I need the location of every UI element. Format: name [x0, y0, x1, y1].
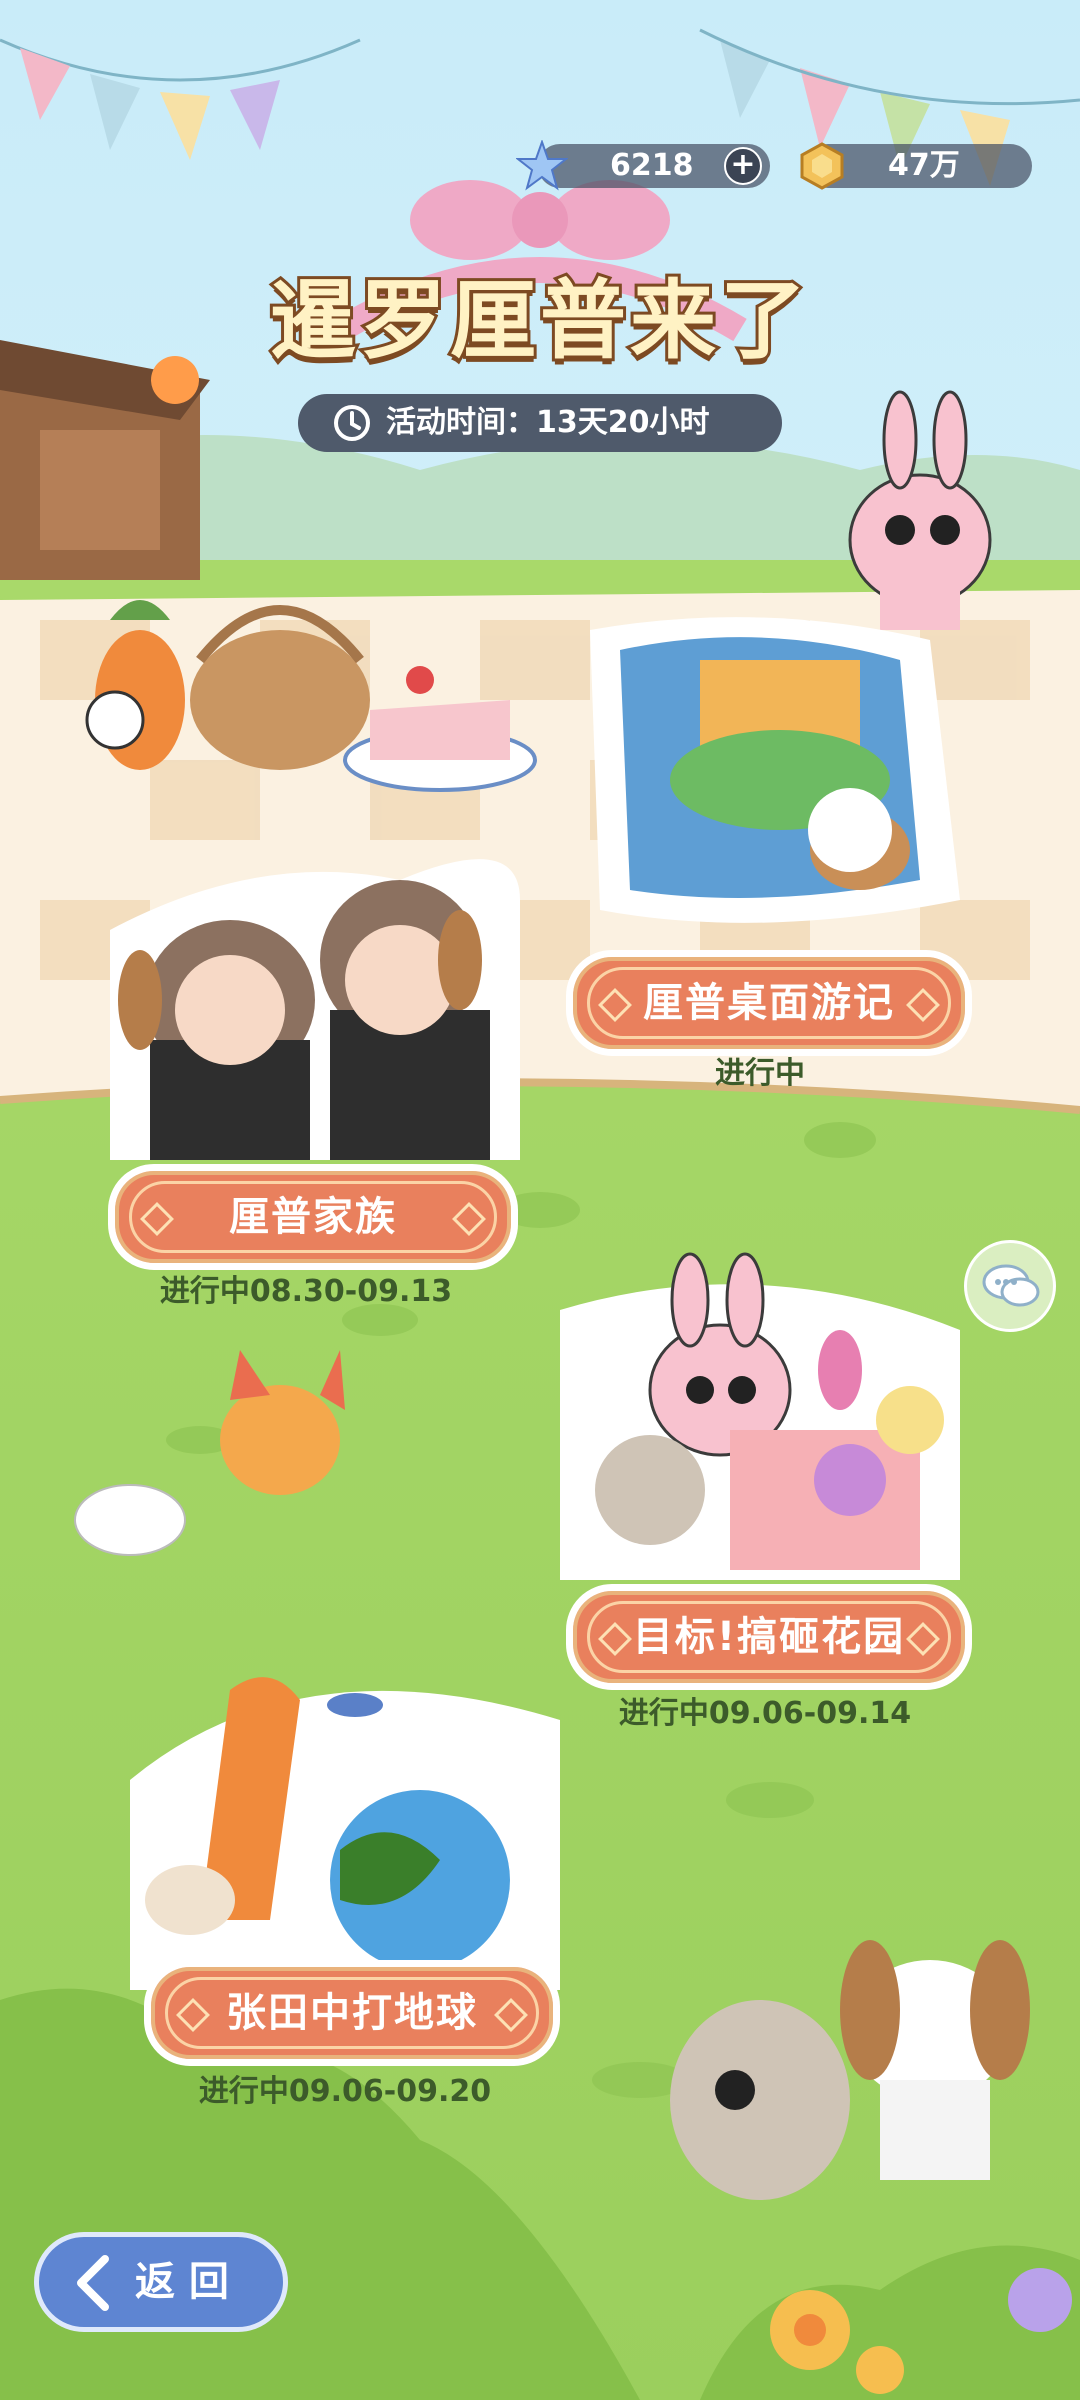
- chat-icon: [982, 1264, 1040, 1307]
- activity-banner-board-game[interactable]: 厘普桌面游记: [566, 950, 972, 1056]
- activity-status: 进行中09.06-09.14: [618, 1696, 912, 1731]
- activity-status: 进行中08.30-09.13: [159, 1274, 453, 1309]
- star-value: 6218: [610, 148, 694, 183]
- activity-status: 进行中09.06-09.20: [198, 2074, 492, 2109]
- activity-title: 目标!搞砸花园: [632, 1614, 906, 1660]
- activity-status: 进行中: [715, 1056, 805, 1091]
- back-label: 返 回: [135, 2259, 229, 2305]
- coin-value: 47万: [888, 148, 960, 183]
- coin-icon: [800, 142, 844, 190]
- plus-icon[interactable]: +: [724, 147, 762, 185]
- star-currency-bar: 6218 +: [516, 140, 770, 191]
- back-button[interactable]: 返 回: [34, 2232, 288, 2332]
- activity-title: 张田中打地球: [226, 1990, 478, 2036]
- activity-title: 厘普家族: [229, 1194, 397, 1240]
- activity-banner-garden[interactable]: 目标!搞砸花园: [566, 1584, 972, 1690]
- event-title: 暹罗厘普来了: [267, 268, 810, 374]
- timer-label: 活动时间：13天20小时: [386, 405, 710, 440]
- coin-currency-bar: 47万: [800, 142, 1032, 190]
- activity-title: 厘普桌面游记: [643, 980, 895, 1026]
- back-arrow-icon: [77, 2255, 109, 2311]
- event-timer: 活动时间：13天20小时: [298, 394, 782, 452]
- activity-banner-earth[interactable]: 张田中打地球: [144, 1960, 560, 2066]
- chat-button[interactable]: [964, 1240, 1056, 1332]
- activity-banner-family[interactable]: 厘普家族: [108, 1164, 518, 1270]
- clock-icon: [334, 405, 370, 441]
- star-icon: [516, 140, 568, 191]
